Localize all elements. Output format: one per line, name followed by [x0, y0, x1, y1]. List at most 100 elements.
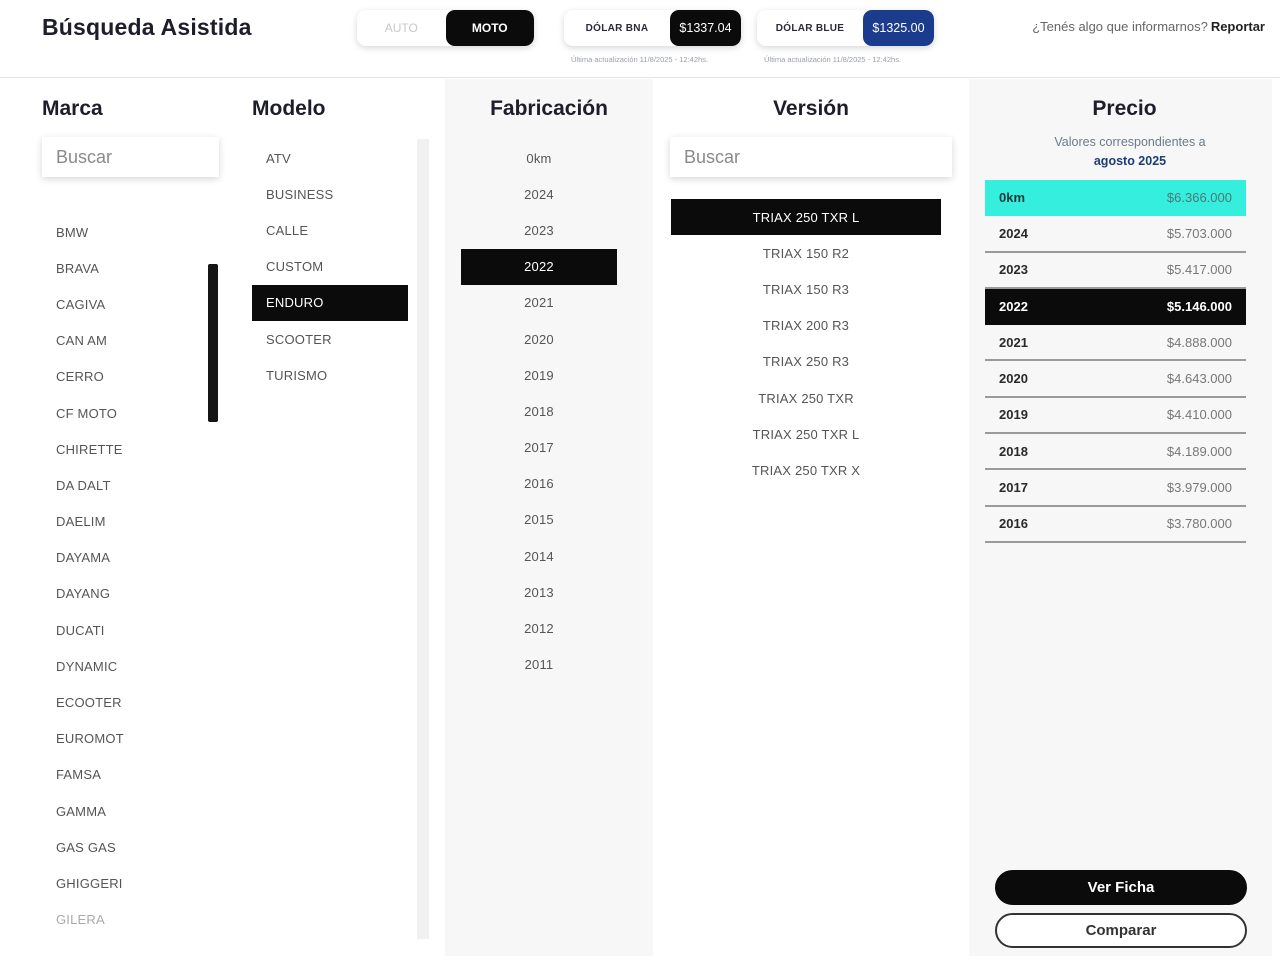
version-title: Versión	[773, 97, 849, 120]
marca-list-item[interactable]: DA DALT	[56, 467, 206, 503]
marca-search-input[interactable]	[42, 137, 219, 177]
marca-column: Marca BMWBRAVACAGIVACAN AMCERROCF MOTOCH…	[26, 79, 235, 956]
marca-list-item[interactable]: EUROMOT	[56, 721, 206, 757]
version-list-item[interactable]: TRIAX 250 TXR X	[671, 452, 941, 488]
marca-list: BMW BRAVA CAGIVA CAN AM CERRO CF MOTO CHIRETTE…	[56, 214, 206, 938]
fabricacion-list-item[interactable]: 2019	[461, 357, 617, 393]
price-value: $5.146.000	[1166, 298, 1232, 314]
price-row[interactable]: 2018 $4.189.000	[985, 434, 1246, 471]
price-row[interactable]: 2021 $4.888.000	[985, 325, 1246, 362]
marca-list-item[interactable]: BMW	[56, 214, 206, 250]
fabricacion-list-item[interactable]: 2013	[461, 574, 617, 610]
precio-month: agosto 2025	[1093, 154, 1167, 168]
modelo-scroll-track[interactable]	[417, 139, 429, 939]
fabricacion-list-item[interactable]: 2021	[461, 285, 617, 321]
dolar-blue-label: DÓLAR BLUE	[775, 22, 845, 34]
ver-ficha-button[interactable]: Ver Ficha	[995, 870, 1247, 905]
modelo-list-item[interactable]: CUSTOM	[252, 249, 408, 285]
dolar-blue-rate: DÓLAR BLUE $1325.00	[757, 10, 934, 46]
marca-title: Marca	[42, 97, 103, 120]
price-row[interactable]: 0km $6.366.000	[985, 180, 1246, 217]
marca-list-item[interactable]: DAELIM	[56, 504, 206, 540]
price-value: $4.643.000	[1166, 371, 1232, 387]
fabricacion-list-item[interactable]: 0km	[461, 140, 617, 176]
dolar-bna-label: DÓLAR BNA	[585, 22, 649, 34]
price-year: 2021	[999, 334, 1028, 350]
precio-title: Precio	[1092, 97, 1157, 120]
marca-list-item[interactable]: DAYAMA	[56, 540, 206, 576]
precio-column: Precio Valores correspondientes a agosto…	[969, 79, 1272, 956]
price-row[interactable]: 2022 $5.146.000	[985, 288, 1246, 326]
fabricacion-list-item[interactable]: 2022	[461, 248, 617, 285]
price-year: 2017	[999, 480, 1028, 496]
marca-list-item[interactable]: CHIRETTE	[56, 431, 206, 467]
fabricacion-list-item[interactable]: 2014	[461, 538, 617, 574]
fabricacion-list-item[interactable]: 2015	[461, 502, 617, 538]
version-list-item[interactable]: TRIAX 250 TXR L	[671, 416, 941, 452]
price-value: $4.410.000	[1166, 407, 1232, 423]
marca-list-item[interactable]: GHIGGERI	[56, 865, 206, 901]
marca-list-item[interactable]: CERRO	[56, 359, 206, 395]
toggle-auto[interactable]: AUTO	[357, 10, 446, 46]
price-row[interactable]: 2023 $5.417.000	[985, 253, 1246, 289]
fabricacion-column: Fabricación 0km 2024 2023 2022 2021 2020 2019 2…	[445, 79, 653, 956]
top-bar: Búsqueda Asistida AUTO MOTO DÓLAR BNA $1…	[0, 0, 1280, 78]
version-column: Versión TRIAX 250 TXR LTRIAX 150 R2TRIAX…	[654, 79, 968, 956]
version-list-item[interactable]: TRIAX 250 TXR L	[671, 199, 941, 236]
price-row[interactable]: 2020 $4.643.000	[985, 361, 1246, 398]
marca-scrollbar[interactable]	[208, 264, 218, 422]
modelo-list-item[interactable]: CALLE	[252, 212, 408, 248]
marca-list-item[interactable]: DYNAMIC	[56, 648, 206, 684]
version-list-item[interactable]: TRIAX 150 R3	[671, 271, 941, 307]
marca-list-item[interactable]: GAMMA	[56, 793, 206, 829]
fabricacion-list-item[interactable]: 2024	[461, 176, 617, 212]
modelo-list-item[interactable]: SCOOTER	[252, 321, 408, 357]
fabricacion-list-item[interactable]: 2020	[461, 321, 617, 357]
modelo-title: Modelo	[252, 97, 326, 120]
modelo-list-item[interactable]: ATV	[252, 140, 408, 176]
fabricacion-list-item[interactable]: 2017	[461, 430, 617, 466]
version-list-item[interactable]: TRIAX 200 R3	[671, 308, 941, 344]
report-link[interactable]: Reportar	[1211, 19, 1265, 34]
marca-list-item[interactable]: BRAVA	[56, 250, 206, 286]
dolar-bna-value: $1337.04	[670, 10, 741, 46]
fabricacion-list-item[interactable]: 2016	[461, 466, 617, 502]
marca-list-item[interactable]: FAMSA	[56, 757, 206, 793]
price-row[interactable]: 2016 $3.780.000	[985, 507, 1246, 543]
toggle-moto[interactable]: MOTO	[445, 10, 534, 46]
fabricacion-list-item[interactable]: 2011	[461, 647, 617, 683]
price-value: $4.888.000	[1166, 334, 1232, 350]
fabricacion-list-item[interactable]: 2018	[461, 393, 617, 429]
marca-list-item[interactable]: CAGIVA	[56, 286, 206, 322]
fabricacion-list-item[interactable]: 2023	[461, 212, 617, 248]
report-area: ¿Tenés algo que informarnos? Reportar	[1032, 19, 1265, 34]
price-row[interactable]: 2019 $4.410.000	[985, 398, 1246, 435]
fabricacion-title: Fabricación	[490, 97, 608, 120]
price-value: $5.417.000	[1166, 262, 1232, 278]
modelo-column: Modelo ATV BUSINESS CALLE CUSTOM ENDURO SCOOT…	[236, 79, 444, 956]
marca-list-item[interactable]: GILERA	[56, 902, 206, 938]
modelo-list-item[interactable]: TURISMO	[252, 357, 408, 393]
modelo-list-item[interactable]: BUSINESS	[252, 176, 408, 212]
precio-subtitle-text: Valores correspondientes a	[1054, 135, 1206, 149]
marca-list-item[interactable]: CAN AM	[56, 323, 206, 359]
marca-list-item[interactable]: ECOOTER	[56, 684, 206, 720]
marca-list-item[interactable]: DUCATI	[56, 612, 206, 648]
price-year: 2019	[999, 407, 1028, 423]
comparar-button[interactable]: Comparar	[995, 913, 1247, 948]
dolar-blue-updated: Última actualización 11/8/2025 - 12:42hs…	[764, 55, 902, 64]
marca-list-item[interactable]: DAYANG	[56, 576, 206, 612]
version-list-item[interactable]: TRIAX 250 TXR	[671, 380, 941, 416]
price-row[interactable]: 2017 $3.979.000	[985, 470, 1246, 507]
marca-list-item[interactable]: GAS GAS	[56, 829, 206, 865]
dolar-bna-rate: DÓLAR BNA $1337.04	[564, 10, 741, 46]
fabricacion-list-item[interactable]: 2012	[461, 610, 617, 646]
vehicle-type-toggle[interactable]: AUTO MOTO	[357, 10, 534, 46]
fabricacion-list: 0km 2024 2023 2022 2021 2020 2019 2018 2017 2016 2…	[461, 140, 617, 683]
version-list-item[interactable]: TRIAX 250 R3	[671, 344, 941, 380]
version-search-input[interactable]	[670, 137, 952, 177]
modelo-list-item[interactable]: ENDURO	[252, 284, 408, 321]
price-row[interactable]: 2024 $5.703.000	[985, 216, 1246, 253]
marca-list-item[interactable]: CF MOTO	[56, 395, 206, 431]
version-list-item[interactable]: TRIAX 150 R2	[671, 235, 941, 271]
